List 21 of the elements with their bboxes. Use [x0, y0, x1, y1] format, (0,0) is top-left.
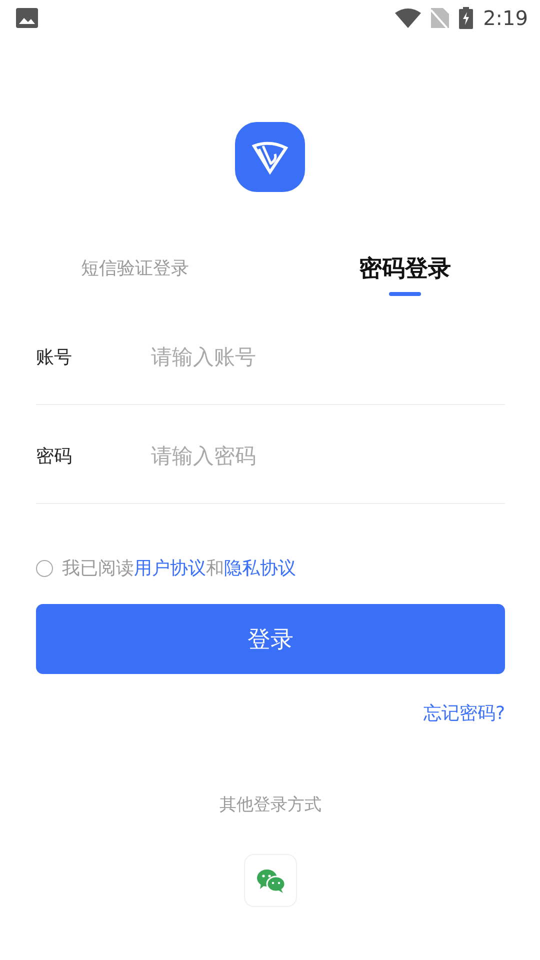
field-label: 账号	[36, 346, 73, 369]
clock-time: 2:19	[483, 6, 528, 30]
login-button[interactable]: 登录	[36, 604, 505, 674]
wechat-login-button[interactable]	[244, 854, 297, 907]
input-field[interactable]: 请输入密码	[151, 444, 505, 468]
no-sim-icon	[431, 8, 450, 28]
battery-charging-icon	[459, 7, 474, 29]
wifi-icon	[395, 8, 422, 28]
image-icon	[16, 8, 38, 28]
field-label: 密码	[36, 445, 73, 468]
input-field[interactable]: 请输入账号	[151, 345, 505, 369]
agreement-text: 我已阅读用户协议和隐私协议	[62, 557, 296, 580]
chat-bubbles-icon	[256, 868, 286, 894]
privacy-policy-link[interactable]: 隐私协议	[224, 558, 296, 579]
user-agreement-link[interactable]: 用户协议	[134, 558, 206, 579]
agree-radio[interactable]	[36, 560, 53, 576]
app-logo	[235, 122, 305, 192]
other-login-label: 其他登录方式	[220, 794, 322, 816]
forgot-password-link[interactable]: 忘记密码?	[423, 701, 505, 725]
login-tab[interactable]: 密码登录	[359, 252, 451, 284]
login-tab[interactable]: 短信验证登录	[81, 252, 189, 284]
